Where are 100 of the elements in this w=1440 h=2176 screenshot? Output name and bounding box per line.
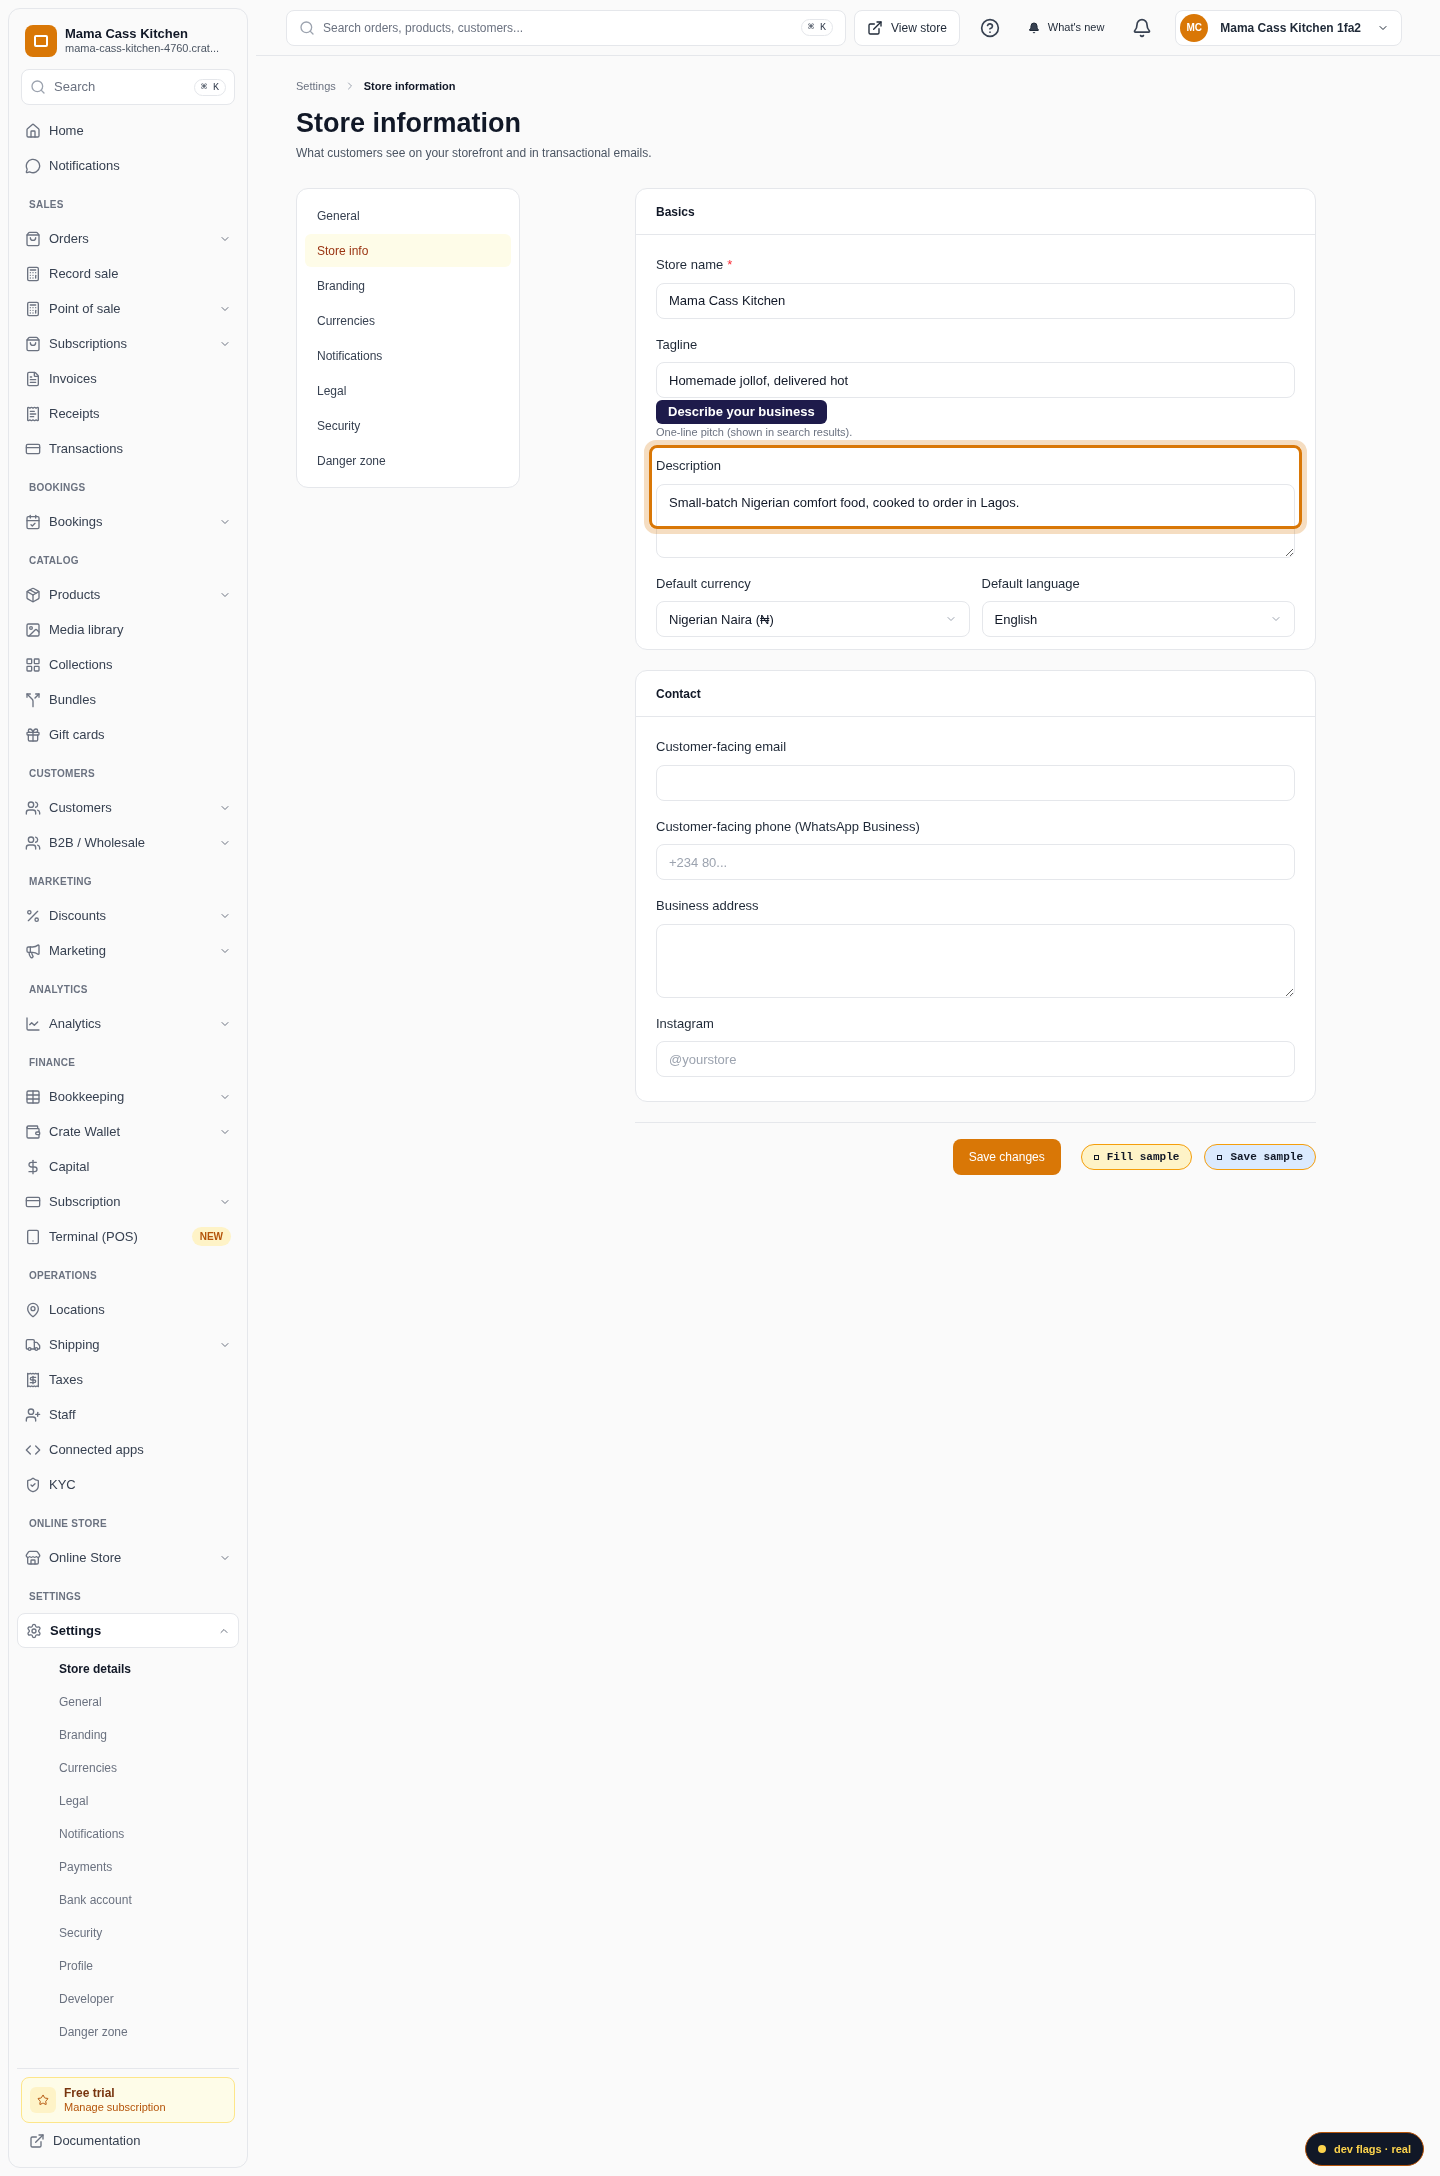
- sidebar-item[interactable]: Point of sale: [17, 291, 239, 326]
- sidebar-item[interactable]: Collections: [17, 647, 239, 682]
- section-heading: FINANCE: [28, 1056, 77, 1070]
- page-subtitle: What customers see on your storefront and in transactional emails.: [296, 145, 653, 163]
- sidebar-item[interactable]: Subscriptions: [17, 326, 239, 361]
- sidebar-subitem[interactable]: General: [17, 1685, 239, 1718]
- settings-nav-item[interactable]: Branding: [305, 269, 511, 303]
- field-label: Customer-facing email: [656, 738, 787, 757]
- global-search[interactable]: Search orders, products, customers... ⌘ K: [286, 9, 846, 46]
- sidebar-item[interactable]: KYC: [17, 1467, 239, 1502]
- sidebar-item[interactable]: Settings: [17, 1613, 239, 1648]
- sidebar-item[interactable]: Taxes: [17, 1362, 239, 1397]
- settings-nav-item[interactable]: Notifications: [305, 339, 511, 373]
- sidebar-item[interactable]: Crate Wallet: [17, 1114, 239, 1149]
- section-heading: SETTINGS: [28, 1590, 82, 1604]
- sidebar-subitem[interactable]: Payments: [17, 1850, 239, 1883]
- sidebar-subitem[interactable]: Branding: [17, 1718, 239, 1751]
- select-field[interactable]: English: [981, 601, 1295, 638]
- sidebar-item[interactable]: Analytics: [17, 1006, 239, 1041]
- sidebar-subitem[interactable]: Security: [17, 1916, 239, 1949]
- sidebar-subitem[interactable]: Profile: [17, 1949, 239, 1982]
- sidebar-item[interactable]: Staff: [17, 1397, 239, 1432]
- sidebar-item[interactable]: Discounts: [17, 898, 239, 933]
- section-heading: SALES: [28, 198, 65, 212]
- sidebar-item[interactable]: Home: [17, 113, 239, 148]
- sidebar-item[interactable]: Invoices: [17, 361, 239, 396]
- document-icon: [25, 1371, 41, 1388]
- pin-icon: [25, 1301, 41, 1318]
- settings-nav-item[interactable]: Legal: [305, 374, 511, 408]
- search-placeholder: Search: [54, 78, 97, 97]
- section-heading: CATALOG: [28, 554, 80, 568]
- settings-nav-item[interactable]: Currencies: [305, 304, 511, 338]
- split-icon: [25, 691, 41, 708]
- dev-flags-pill[interactable]: dev flags · real: [1304, 2132, 1424, 2166]
- sidebar-subitem[interactable]: Currencies: [17, 1751, 239, 1784]
- avatar: MC: [1180, 13, 1209, 42]
- dev-sample-button[interactable]: Fill sample: [1080, 1144, 1193, 1171]
- sidebar-subitem[interactable]: Developer: [17, 1982, 239, 2015]
- sidebar-subitem[interactable]: Store details: [17, 1652, 239, 1685]
- users-icon: [25, 834, 41, 851]
- notifications-icon[interactable]: [1132, 17, 1153, 38]
- breadcrumb-item[interactable]: Settings: [296, 78, 336, 95]
- sidebar-item[interactable]: Gift cards: [17, 717, 239, 752]
- sidebar-item[interactable]: Bookings: [17, 504, 239, 539]
- sidebar-item[interactable]: Marketing: [17, 933, 239, 968]
- sidebar-subitem[interactable]: Legal: [17, 1784, 239, 1817]
- card-title: Basics: [636, 189, 1315, 236]
- sidebar-item[interactable]: Receipts: [17, 396, 239, 431]
- settings-nav-item[interactable]: Danger zone: [305, 444, 511, 478]
- sidebar-item[interactable]: Bookkeeping: [17, 1079, 239, 1114]
- new-badge: NEW: [191, 1227, 231, 1246]
- documentation-link[interactable]: Documentation: [17, 2123, 239, 2159]
- sidebar-item[interactable]: Connected apps: [17, 1432, 239, 1467]
- sidebar-subitem[interactable]: Bank account: [17, 1883, 239, 1916]
- ledger-icon: [25, 1088, 41, 1105]
- text-field[interactable]: +234 80...: [656, 844, 1295, 881]
- breadcrumb-item: Store information: [363, 79, 456, 94]
- select-field[interactable]: Nigerian Naira (₦): [656, 601, 970, 638]
- sidebar-item[interactable]: Record sale: [17, 256, 239, 291]
- sidebar-item[interactable]: Shipping: [17, 1327, 239, 1362]
- whats-new-button[interactable]: What's new: [1019, 9, 1113, 46]
- text-field[interactable]: Homemade jollof, delivered hot: [656, 362, 1295, 399]
- sidebar-item[interactable]: Transactions: [17, 431, 239, 466]
- text-field[interactable]: @yourstore: [656, 1041, 1295, 1078]
- field-label: Business address: [656, 897, 759, 916]
- sidebar-item[interactable]: Subscription: [17, 1184, 239, 1219]
- sidebar-item[interactable]: Customers: [17, 790, 239, 825]
- sidebar-subitem[interactable]: Notifications: [17, 1817, 239, 1850]
- sidebar-item[interactable]: Terminal (POS) NEW: [17, 1219, 239, 1254]
- sidebar-item[interactable]: Bundles: [17, 682, 239, 717]
- search-icon: [299, 19, 315, 36]
- image-icon: [25, 621, 41, 638]
- view-store-button[interactable]: View store: [854, 9, 960, 46]
- user-plus-icon: [25, 1406, 41, 1423]
- sidebar-item[interactable]: Media library: [17, 612, 239, 647]
- settings-nav-item[interactable]: Security: [305, 409, 511, 443]
- store-logo: [25, 25, 57, 57]
- sidebar-item[interactable]: Notifications: [17, 148, 239, 183]
- sidebar-item[interactable]: Online Store: [17, 1540, 239, 1575]
- settings-nav-item[interactable]: Store info: [305, 234, 511, 268]
- box-icon: [25, 586, 41, 603]
- field-label: Tagline: [656, 335, 698, 354]
- text-field[interactable]: Mama Cass Kitchen: [656, 282, 1295, 319]
- help-icon[interactable]: [979, 17, 1000, 38]
- percent-icon: [25, 907, 41, 924]
- sidebar-subitem[interactable]: Danger zone: [17, 2015, 239, 2048]
- sidebar-item[interactable]: Orders: [17, 221, 239, 256]
- settings-nav-item[interactable]: General: [305, 199, 511, 233]
- text-field[interactable]: [656, 764, 1295, 801]
- trial-banner[interactable]: Free trial Manage subscription: [21, 2077, 235, 2123]
- sidebar-item[interactable]: B2B / Wholesale: [17, 825, 239, 860]
- dev-sample-button[interactable]: Save sample: [1204, 1144, 1316, 1171]
- sidebar-item[interactable]: Locations: [17, 1292, 239, 1327]
- home-icon: [25, 122, 41, 139]
- sidebar-item[interactable]: Capital: [17, 1149, 239, 1184]
- account-menu[interactable]: MC Mama Cass Kitchen 1fa2: [1175, 9, 1402, 46]
- sidebar-item[interactable]: Products: [17, 577, 239, 612]
- manage-subscription-link[interactable]: Manage subscription: [64, 2100, 166, 2115]
- sidebar-search[interactable]: Search ⌘ K: [21, 69, 235, 105]
- square-icon: [1217, 1154, 1223, 1160]
